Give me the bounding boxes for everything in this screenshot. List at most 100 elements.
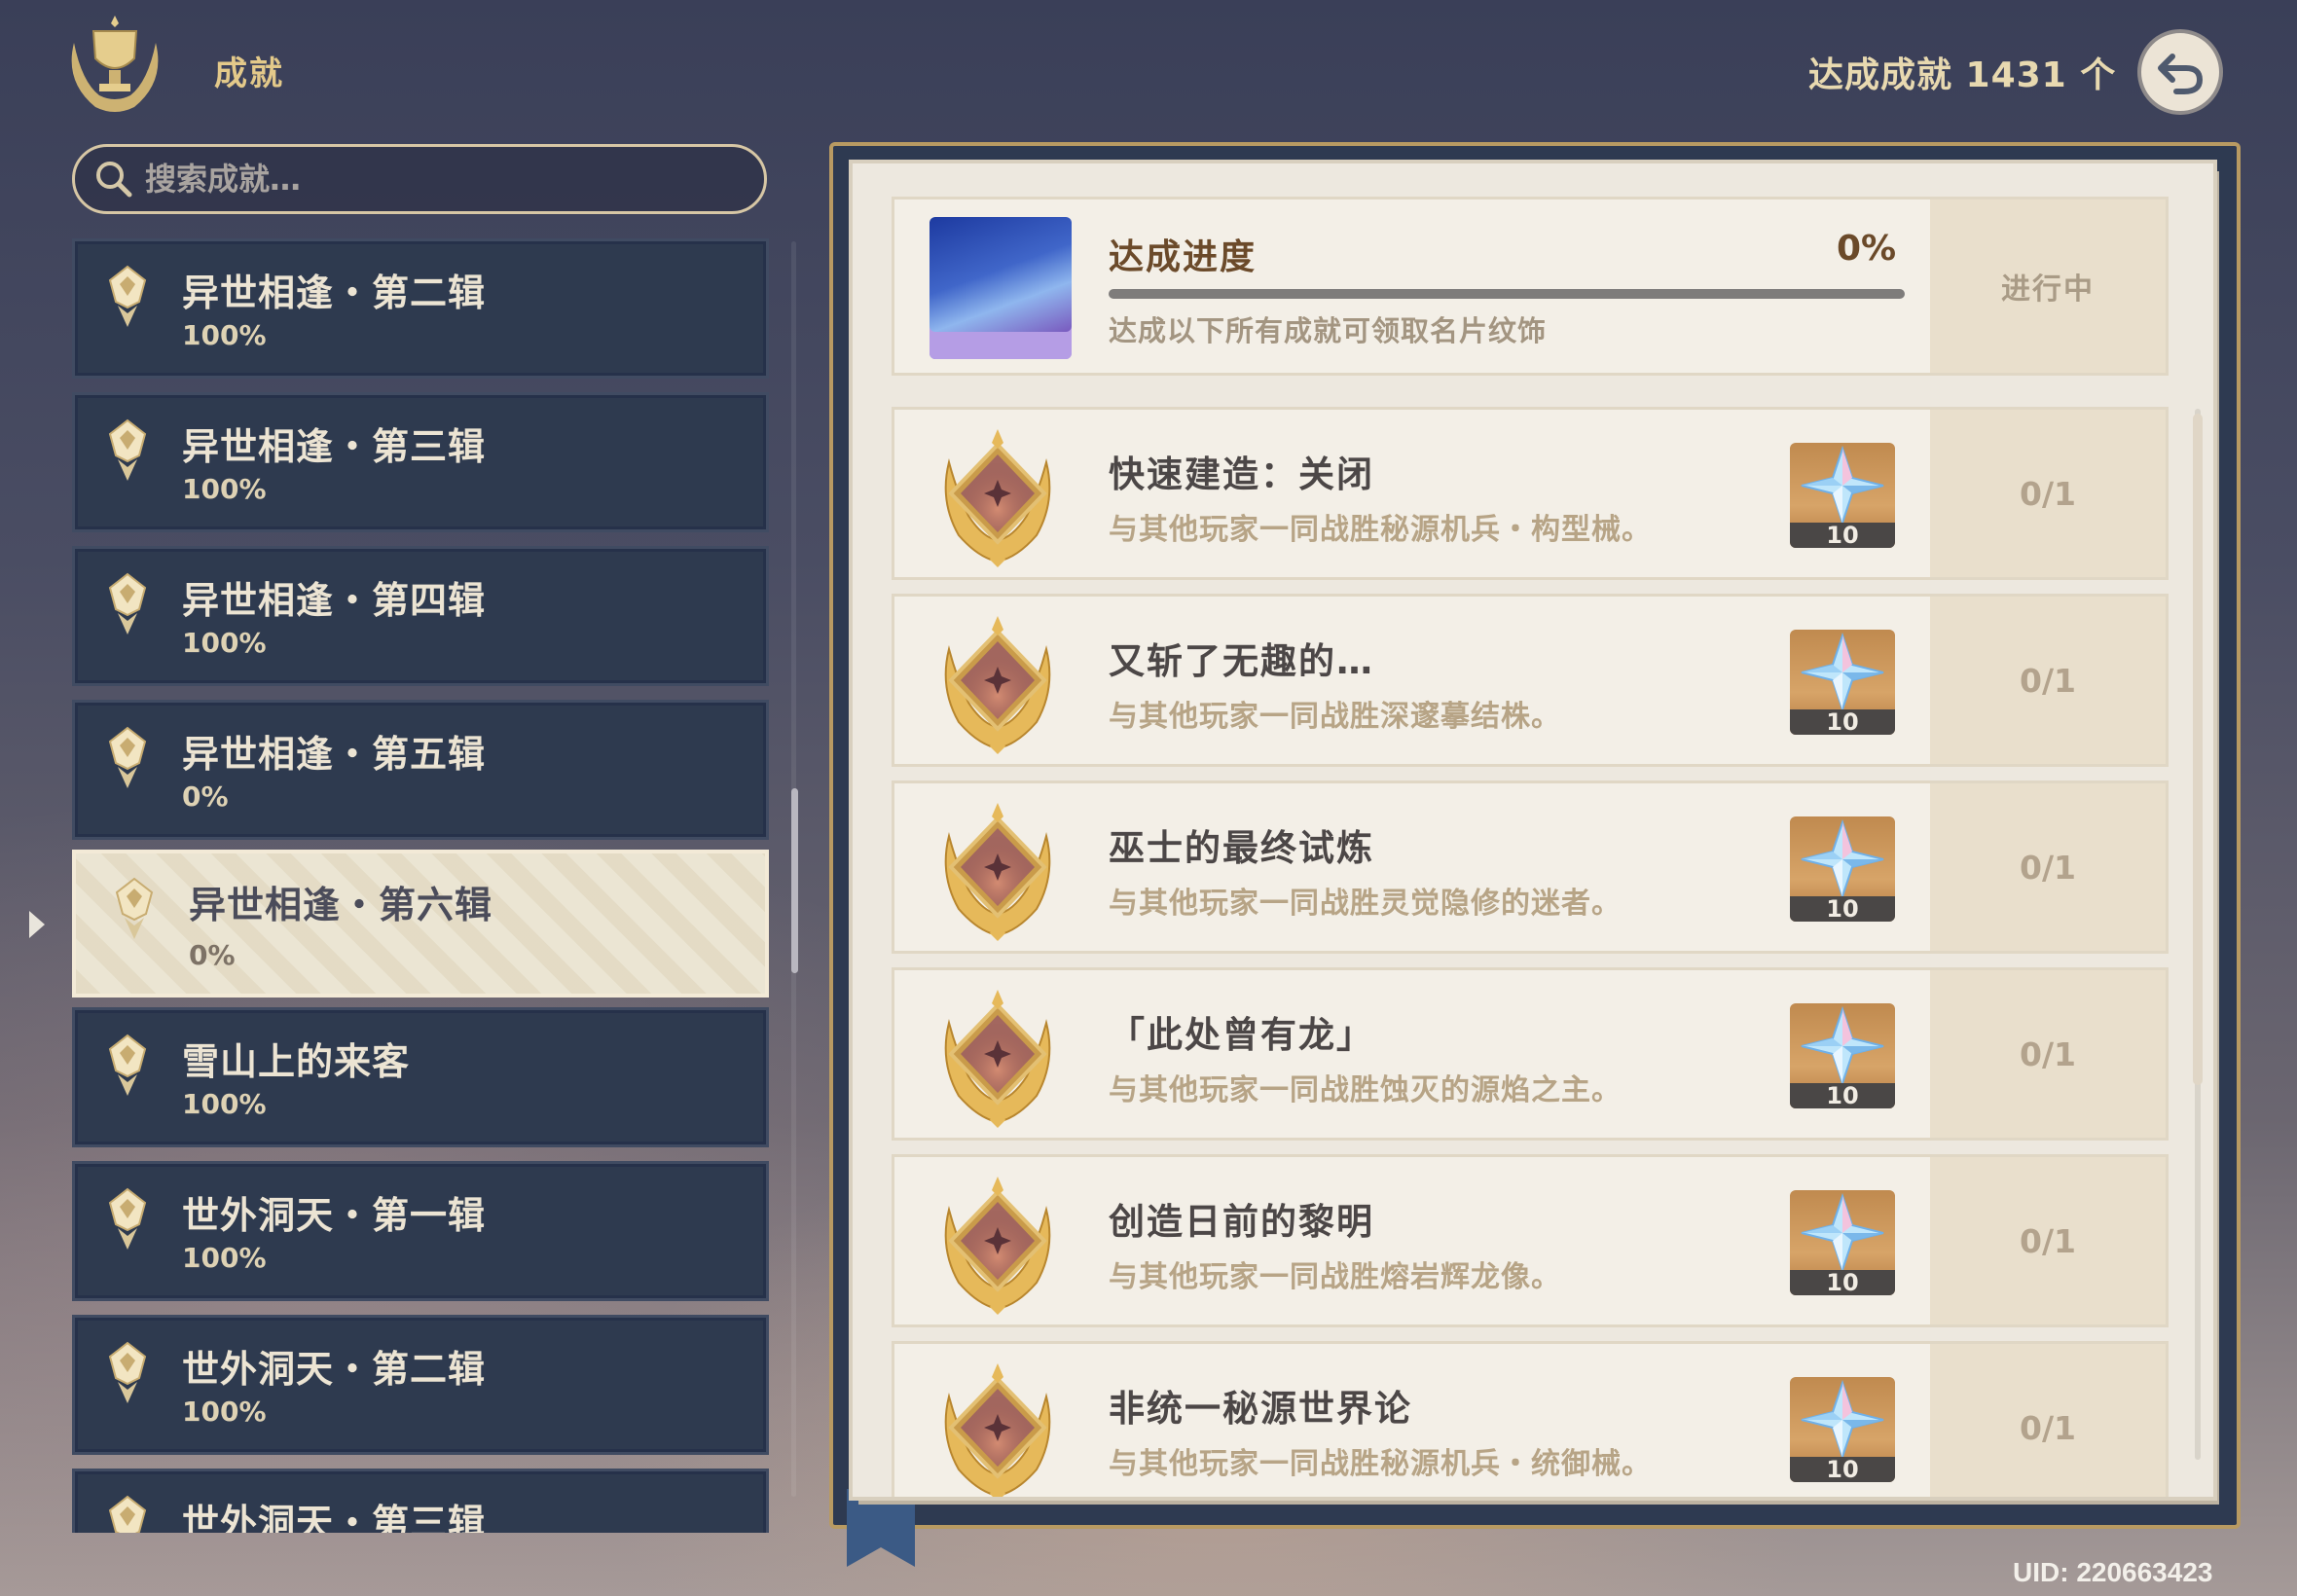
category-item[interactable]: 异世相逢・第二辑 100% bbox=[72, 238, 769, 379]
category-icon bbox=[98, 1493, 157, 1533]
namecard-reward-image[interactable] bbox=[930, 217, 1072, 359]
progress-bar bbox=[1109, 289, 1905, 299]
reward-item[interactable]: 10 bbox=[1790, 1190, 1895, 1295]
achievement-row[interactable]: 巫士的最终试炼 与其他玩家一同战胜灵觉隐修的迷者。 10 0/1 bbox=[892, 780, 2169, 954]
achievement-count-cell: 0/1 bbox=[1930, 597, 2166, 764]
category-icon bbox=[105, 875, 164, 943]
category-item[interactable]: 异世相逢・第五辑 0% bbox=[72, 700, 769, 840]
progress-subtitle: 达成以下所有成就可领取名片纹饰 bbox=[1109, 314, 1548, 347]
achievement-row[interactable]: 创造日前的黎明 与其他玩家一同战胜熔岩辉龙像。 10 0/1 bbox=[892, 1154, 2169, 1327]
achievement-count-cell: 0/1 bbox=[1930, 1157, 2166, 1324]
category-item[interactable]: 世外洞天・第一辑 100% bbox=[72, 1161, 769, 1301]
category-icon bbox=[98, 1185, 157, 1253]
achievement-row[interactable]: 又斩了无趣的… 与其他玩家一同战胜深邃摹结株。 10 0/1 bbox=[892, 594, 2169, 767]
achievement-description: 与其他玩家一同战胜深邃摹结株。 bbox=[1109, 700, 1561, 734]
reward-item[interactable]: 10 bbox=[1790, 443, 1895, 548]
category-percent: 0% bbox=[189, 939, 236, 971]
category-item[interactable]: 世外洞天・第三辑 bbox=[72, 1469, 769, 1533]
category-name: 世外洞天・第二辑 bbox=[182, 1348, 487, 1391]
reward-item[interactable]: 10 bbox=[1790, 630, 1895, 735]
primogem-icon bbox=[1790, 632, 1895, 711]
category-item[interactable]: 雪山上的来客 100% bbox=[72, 1007, 769, 1147]
search-bar[interactable] bbox=[72, 144, 767, 214]
achievement-scrollbar[interactable] bbox=[2193, 414, 2203, 1085]
back-button[interactable] bbox=[2137, 29, 2223, 115]
category-scrollbar[interactable] bbox=[791, 788, 798, 973]
achievement-count: 0/1 bbox=[2020, 474, 2076, 513]
page-title: 成就 bbox=[214, 54, 284, 93]
achievement-count: 0/1 bbox=[2020, 1408, 2076, 1447]
achievement-title: 巫士的最终试炼 bbox=[1109, 827, 1374, 869]
reward-quantity: 10 bbox=[1826, 708, 1859, 735]
category-percent: 100% bbox=[182, 627, 267, 659]
category-item[interactable]: 世外洞天・第二辑 100% bbox=[72, 1315, 769, 1455]
search-input[interactable] bbox=[143, 160, 731, 199]
progress-card: 达成进度 0% 达成以下所有成就可领取名片纹饰 进行中 bbox=[892, 197, 2169, 376]
achievement-row[interactable]: 快速建造：关闭 与其他玩家一同战胜秘源机兵・构型械。 10 0/1 bbox=[892, 407, 2169, 580]
category-name: 异世相逢・第四辑 bbox=[182, 579, 487, 622]
achievement-count-cell: 0/1 bbox=[1930, 970, 2166, 1138]
achievement-medal-icon bbox=[930, 610, 1066, 756]
category-list: 异世相逢・第二辑 100% 异世相逢・第三辑 100% 异世相逢・第四辑 100… bbox=[72, 238, 769, 1533]
achievement-count-cell: 0/1 bbox=[1930, 1344, 2166, 1497]
category-name: 异世相逢・第三辑 bbox=[182, 425, 487, 468]
achievement-description: 与其他玩家一同战胜秘源机兵・构型械。 bbox=[1109, 513, 1652, 547]
achievement-medal-icon bbox=[930, 1358, 1066, 1497]
reward-quantity: 10 bbox=[1826, 1456, 1859, 1482]
uid-label: UID: 220663423 bbox=[2013, 1557, 2213, 1587]
category-item[interactable]: 异世相逢・第四辑 100% bbox=[72, 546, 769, 686]
achievement-count: 0/1 bbox=[2020, 661, 2076, 700]
category-percent: 100% bbox=[182, 1088, 267, 1120]
achievement-count: 0/1 bbox=[2020, 848, 2076, 887]
achievement-total: 达成成就 1431 个 bbox=[1808, 55, 2117, 95]
progress-status: 进行中 bbox=[2001, 272, 2095, 307]
category-icon bbox=[98, 570, 157, 638]
reward-item[interactable]: 10 bbox=[1790, 816, 1895, 922]
achievement-row[interactable]: 非统一秘源世界论 与其他玩家一同战胜秘源机兵・统御械。 10 0/1 bbox=[892, 1341, 2169, 1497]
achievement-count-cell: 0/1 bbox=[1930, 783, 2166, 951]
progress-status-cell: 进行中 bbox=[1930, 200, 2166, 373]
achievement-page: 达成进度 0% 达成以下所有成就可领取名片纹饰 进行中 快速建造：关闭 与其他玩… bbox=[853, 163, 2213, 1497]
achievement-description: 与其他玩家一同战胜秘源机兵・统御械。 bbox=[1109, 1447, 1652, 1481]
category-name: 世外洞天・第一辑 bbox=[182, 1194, 487, 1237]
reward-quantity: 10 bbox=[1826, 1269, 1859, 1295]
progress-percent: 0% bbox=[1837, 229, 1897, 269]
category-item[interactable]: 异世相逢・第三辑 100% bbox=[72, 392, 769, 532]
achievement-description: 与其他玩家一同战胜灵觉隐修的迷者。 bbox=[1109, 887, 1622, 921]
category-icon bbox=[98, 263, 157, 331]
achievement-count: 0/1 bbox=[2020, 1034, 2076, 1073]
achievement-description: 与其他玩家一同战胜蚀灭的源焰之主。 bbox=[1109, 1073, 1622, 1107]
achievement-count-cell: 0/1 bbox=[1930, 410, 2166, 577]
achievement-description: 与其他玩家一同战胜熔岩辉龙像。 bbox=[1109, 1260, 1561, 1294]
trophy-icon bbox=[71, 16, 159, 112]
category-percent: 0% bbox=[182, 780, 229, 813]
back-arrow-icon bbox=[2158, 54, 2204, 94]
bookmark-ribbon bbox=[847, 1489, 915, 1567]
achievement-medal-icon bbox=[930, 984, 1066, 1130]
reward-quantity: 10 bbox=[1826, 895, 1859, 922]
category-name: 异世相逢・第六辑 bbox=[189, 884, 493, 926]
category-icon bbox=[98, 417, 157, 485]
category-name: 异世相逢・第五辑 bbox=[182, 733, 487, 776]
search-icon bbox=[96, 162, 132, 198]
selected-indicator-arrow bbox=[29, 911, 45, 938]
primogem-icon bbox=[1790, 1192, 1895, 1272]
category-percent: 100% bbox=[182, 319, 267, 351]
category-icon bbox=[98, 724, 157, 792]
achievement-medal-icon bbox=[930, 1171, 1066, 1317]
achievement-title: 创造日前的黎明 bbox=[1109, 1201, 1374, 1243]
category-item-selected[interactable]: 异世相逢・第六辑 0% bbox=[72, 850, 769, 998]
reward-item[interactable]: 10 bbox=[1790, 1003, 1895, 1108]
category-name: 雪山上的来客 bbox=[182, 1040, 411, 1083]
achievement-title: 快速建造：关闭 bbox=[1109, 453, 1374, 495]
achievement-title: 「此处曾有龙」 bbox=[1109, 1014, 1374, 1056]
achievement-medal-icon bbox=[930, 797, 1066, 943]
category-icon bbox=[98, 1339, 157, 1407]
reward-item[interactable]: 10 bbox=[1790, 1377, 1895, 1482]
category-percent: 100% bbox=[182, 473, 267, 505]
category-percent: 100% bbox=[182, 1396, 267, 1428]
achievement-row[interactable]: 「此处曾有龙」 与其他玩家一同战胜蚀灭的源焰之主。 10 0/1 bbox=[892, 967, 2169, 1141]
primogem-icon bbox=[1790, 1005, 1895, 1085]
achievement-title: 又斩了无趣的… bbox=[1109, 640, 1374, 682]
progress-title: 达成进度 bbox=[1109, 237, 1258, 277]
